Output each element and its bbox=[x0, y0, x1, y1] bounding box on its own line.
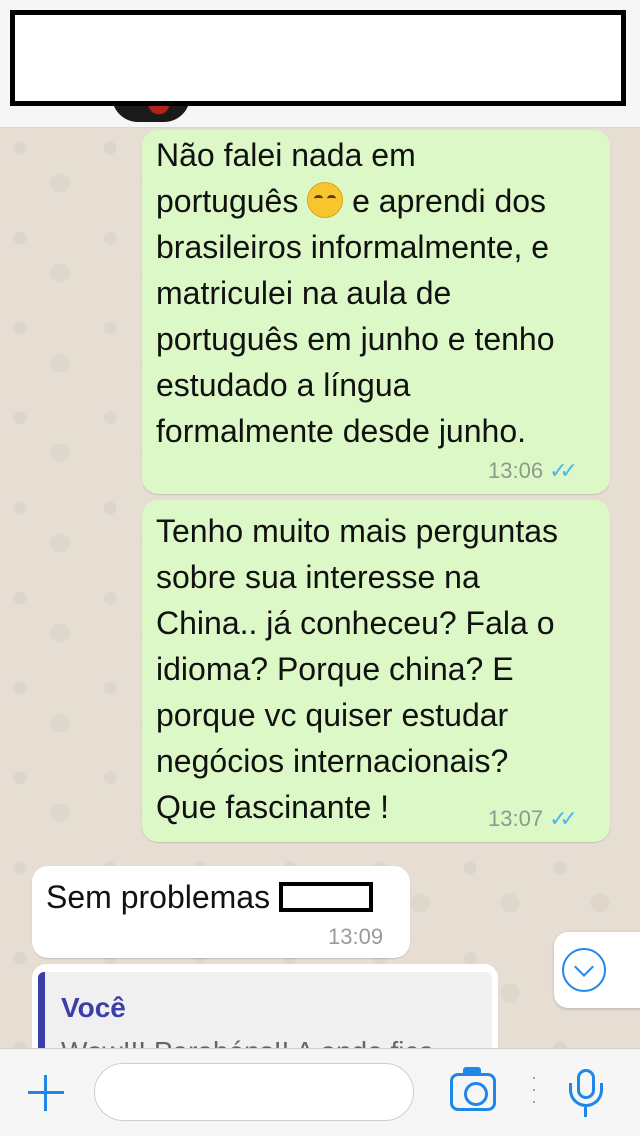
chat-header bbox=[0, 0, 640, 128]
read-ticks-icon: ✓✓ bbox=[549, 458, 578, 483]
scroll-to-bottom-button[interactable] bbox=[554, 932, 640, 1008]
chevron-down-icon bbox=[562, 948, 606, 992]
read-ticks-icon: ✓✓ bbox=[549, 806, 578, 831]
camera-icon[interactable] bbox=[450, 1067, 496, 1111]
message-bubble-outgoing[interactable]: Tenho muito mais perguntas sobre sua int… bbox=[142, 500, 610, 842]
quoted-author: Você bbox=[61, 992, 126, 1023]
message-bubble-outgoing[interactable]: Não falei nada em português e aprendi do… bbox=[142, 130, 610, 494]
message-time: 13:09 bbox=[328, 924, 384, 949]
message-meta: 13:06 ✓✓ bbox=[488, 458, 578, 484]
face-with-tears-of-joy-icon bbox=[307, 182, 344, 218]
message-time: 13:06 bbox=[488, 458, 544, 483]
microphone-icon[interactable] bbox=[566, 1069, 606, 1119]
message-text: Não falei nada em português e aprendi do… bbox=[156, 137, 555, 449]
redacted-name-box bbox=[278, 882, 373, 912]
message-meta: 13:07 ✓✓ bbox=[488, 806, 578, 832]
message-input-bar: · · · bbox=[0, 1048, 640, 1136]
message-input[interactable] bbox=[94, 1063, 414, 1121]
redacted-contact-box bbox=[10, 10, 626, 106]
message-text: Sem problemas bbox=[46, 874, 406, 920]
message-text: Tenho muito mais perguntas sobre sua int… bbox=[156, 513, 558, 825]
message-meta: 13:09 bbox=[328, 924, 383, 950]
message-bubble-incoming[interactable]: Sem problemas 13:09 bbox=[32, 866, 410, 958]
message-time: 13:07 bbox=[488, 806, 544, 831]
more-dots-icon[interactable]: · · · bbox=[530, 1068, 538, 1115]
plus-icon[interactable] bbox=[26, 1073, 66, 1113]
